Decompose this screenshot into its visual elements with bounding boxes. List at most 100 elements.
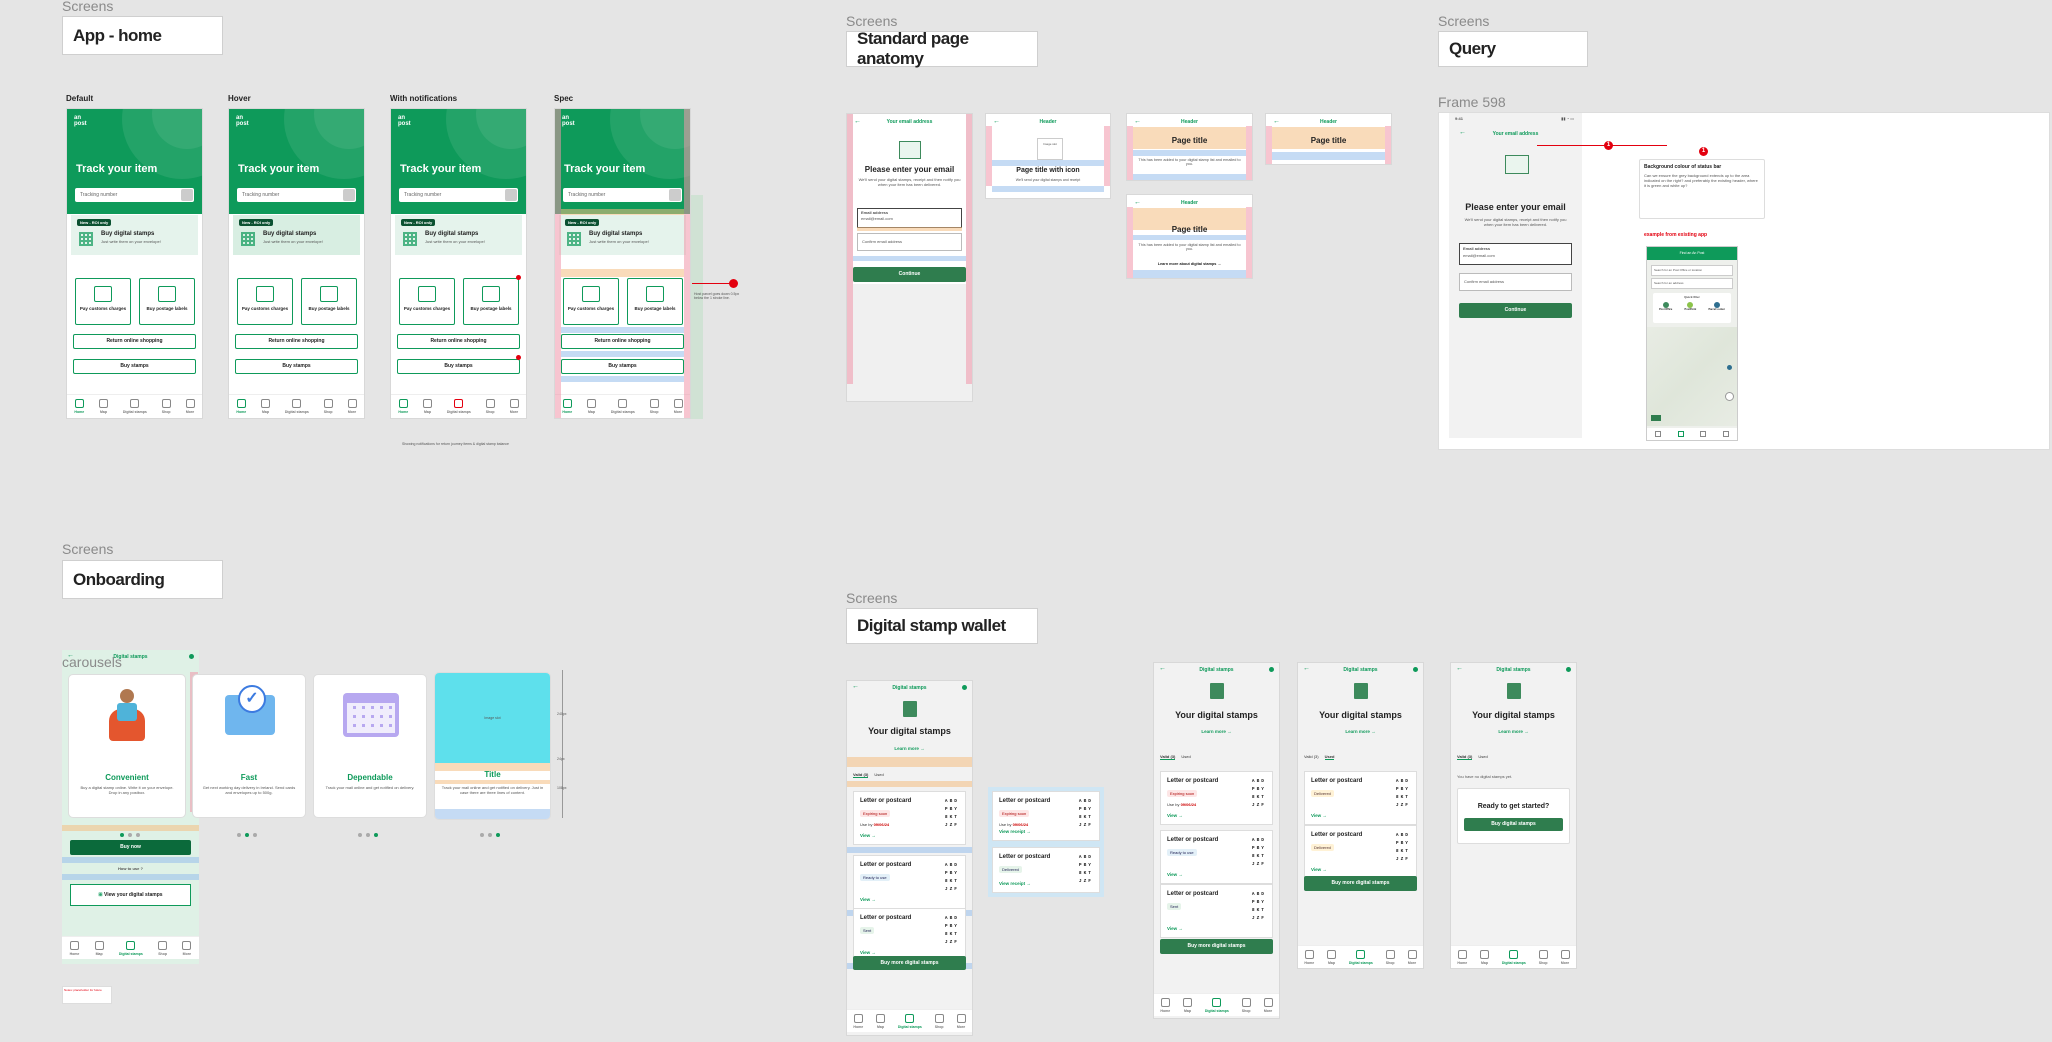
search-icon[interactable] <box>181 189 193 201</box>
pay-customs-tile[interactable]: Pay customs charges <box>237 278 293 325</box>
tab-map[interactable]: Map <box>423 398 433 414</box>
tab-valid[interactable]: Valid (3) <box>1304 754 1319 759</box>
info-icon[interactable] <box>1269 667 1274 672</box>
buy-labels-tile[interactable]: Buy postage labels <box>627 278 683 325</box>
tab-home[interactable]: Home <box>236 398 246 414</box>
tab-home[interactable]: Home <box>1457 949 1467 965</box>
learn-more-link[interactable]: Learn more → <box>847 746 972 751</box>
tab-home[interactable]: Home <box>74 398 84 414</box>
address-search-input[interactable]: Search for an address <box>1651 278 1733 289</box>
pay-customs-tile[interactable]: Pay customs charges <box>563 278 619 325</box>
map-pin-icon[interactable] <box>1727 365 1732 370</box>
search-icon[interactable] <box>343 189 355 201</box>
stamp-card-expiring[interactable]: Letter or postcard Expiring soon Use by … <box>1160 771 1273 825</box>
return-shopping-button[interactable]: Return online shopping <box>397 334 520 349</box>
carousel-slide-dependable[interactable]: Dependable Track your mail online and ge… <box>313 674 427 818</box>
promo-card[interactable]: New - ROI only Buy digital stamps Just w… <box>395 215 522 255</box>
tab-digital-stamps[interactable]: Digital stamps <box>1349 949 1373 965</box>
map-icon[interactable] <box>1677 431 1684 437</box>
buy-more-button[interactable]: Buy more digital stamps <box>853 956 966 970</box>
tab-map[interactable]: Map <box>1327 949 1337 965</box>
shop-icon[interactable] <box>1700 431 1707 437</box>
tab-more[interactable]: More <box>1407 949 1417 965</box>
view-link[interactable]: View → <box>860 950 876 955</box>
buy-digital-stamps-button[interactable]: Buy digital stamps <box>1464 818 1563 831</box>
tab-valid[interactable]: Valid (3) <box>1160 754 1176 760</box>
tab-used[interactable]: Used <box>1324 754 1335 760</box>
tab-shop[interactable]: Shop <box>485 398 495 414</box>
stamp-card-expiring[interactable]: Letter or postcard Expiring soon Use by … <box>992 791 1100 841</box>
tracking-search-input[interactable]: Tracking number <box>237 188 356 202</box>
confirm-email-field[interactable]: Confirm email address <box>1459 273 1572 291</box>
tab-map[interactable]: Map <box>99 398 109 414</box>
view-link[interactable]: View → <box>1311 867 1327 872</box>
view-link[interactable]: View → <box>860 833 876 838</box>
tracking-search-input[interactable]: Tracking number <box>399 188 518 202</box>
view-link[interactable]: View → <box>1167 872 1183 877</box>
tab-map[interactable]: Map <box>587 398 597 414</box>
tab-more[interactable]: More <box>1560 949 1570 965</box>
tab-map[interactable]: Map <box>261 398 271 414</box>
tab-digital-stamps[interactable]: Digital stamps <box>1502 949 1526 965</box>
back-arrow-icon[interactable]: ← <box>1303 665 1310 672</box>
annotation-pin[interactable] <box>729 279 738 288</box>
learn-more-link[interactable]: Learn more → <box>1154 729 1279 734</box>
view-link[interactable]: View → <box>1167 926 1183 931</box>
buy-labels-tile[interactable]: Buy postage labels <box>463 278 519 325</box>
tab-used[interactable]: Used <box>874 772 883 777</box>
confirm-email-field[interactable]: Confirm email address <box>857 233 962 251</box>
tab-digital-stamps[interactable]: Digital stamps <box>123 398 147 414</box>
view-stamps-button[interactable]: ⊞ View your digital stamps <box>70 884 191 906</box>
back-arrow-icon[interactable]: ← <box>1459 129 1466 136</box>
tab-used[interactable]: Used <box>1478 754 1487 759</box>
annotation-pin[interactable]: 1 <box>1604 141 1613 150</box>
search-icon[interactable] <box>505 189 517 201</box>
tab-home[interactable]: Home <box>70 940 79 956</box>
map-search-input[interactable]: Search for an Post Office or location <box>1651 265 1733 276</box>
tab-map[interactable]: Map <box>876 1013 886 1029</box>
tab-used[interactable]: Used <box>1181 754 1190 759</box>
view-link[interactable]: View → <box>1167 813 1183 818</box>
tab-digital-stamps[interactable]: Digital stamps <box>119 940 143 956</box>
tab-more[interactable]: More <box>956 1013 966 1029</box>
tab-more[interactable]: More <box>182 940 192 956</box>
info-icon[interactable] <box>1566 667 1571 672</box>
tab-shop[interactable]: Shop <box>158 940 168 956</box>
tab-valid[interactable]: Valid (3) <box>853 772 869 778</box>
tab-more[interactable]: More <box>673 398 683 414</box>
filter-post-office[interactable]: Post Office <box>1659 302 1672 311</box>
tab-shop[interactable]: Shop <box>161 398 171 414</box>
buy-labels-tile[interactable]: Buy postage labels <box>139 278 195 325</box>
promo-card[interactable]: New - ROI only Buy digital stamps Just w… <box>559 215 686 255</box>
tab-more[interactable]: More <box>185 398 195 414</box>
view-receipt-link[interactable]: View receipt → <box>999 881 1031 886</box>
tab-more[interactable]: More <box>1263 997 1273 1013</box>
stamp-card-sent[interactable]: Letter or postcard Sent View → ABD PBY 8KT… <box>1160 884 1273 938</box>
tab-digital-stamps[interactable]: Digital stamps <box>898 1013 922 1029</box>
buy-more-button[interactable]: Buy more digital stamps <box>1304 876 1417 891</box>
tab-home[interactable]: Home <box>853 1013 863 1029</box>
how-to-use-link[interactable]: How to use ? <box>62 866 199 871</box>
tab-map[interactable]: Map <box>94 940 104 956</box>
view-link[interactable]: View → <box>860 897 876 902</box>
map-area[interactable] <box>1647 327 1737 426</box>
tab-digital-stamps[interactable]: Digital stamps <box>611 398 635 414</box>
buy-stamps-button[interactable]: Buy stamps <box>235 359 358 374</box>
return-shopping-button[interactable]: Return online shopping <box>235 334 358 349</box>
continue-button[interactable]: Continue <box>853 267 966 282</box>
return-shopping-button[interactable]: Return online shopping <box>561 334 684 349</box>
view-link[interactable]: View → <box>1311 813 1327 818</box>
stamp-card-delivered[interactable]: Letter or postcard Delivered View receip… <box>992 847 1100 893</box>
tab-more[interactable]: More <box>347 398 357 414</box>
promo-card[interactable]: New - ROI only Buy digital stamps Just w… <box>71 215 198 255</box>
back-arrow-icon[interactable]: ← <box>1456 665 1463 672</box>
info-icon[interactable] <box>189 654 194 659</box>
carousel-slide-convenient[interactable]: Convenient Buy a digital stamp online. W… <box>68 674 186 818</box>
stamp-card-delivered[interactable]: Letter or postcard Delivered View → ABD P… <box>1304 825 1417 879</box>
home-icon[interactable] <box>1655 431 1662 437</box>
filter-locker[interactable]: Parcel Locker <box>1708 302 1725 311</box>
buy-stamps-button[interactable]: Buy stamps <box>561 359 684 374</box>
tab-digital-stamps[interactable]: Digital stamps <box>285 398 309 414</box>
stamp-card-ready[interactable]: Letter or postcard Ready to use View → A… <box>853 855 966 909</box>
tab-shop[interactable]: Shop <box>323 398 333 414</box>
